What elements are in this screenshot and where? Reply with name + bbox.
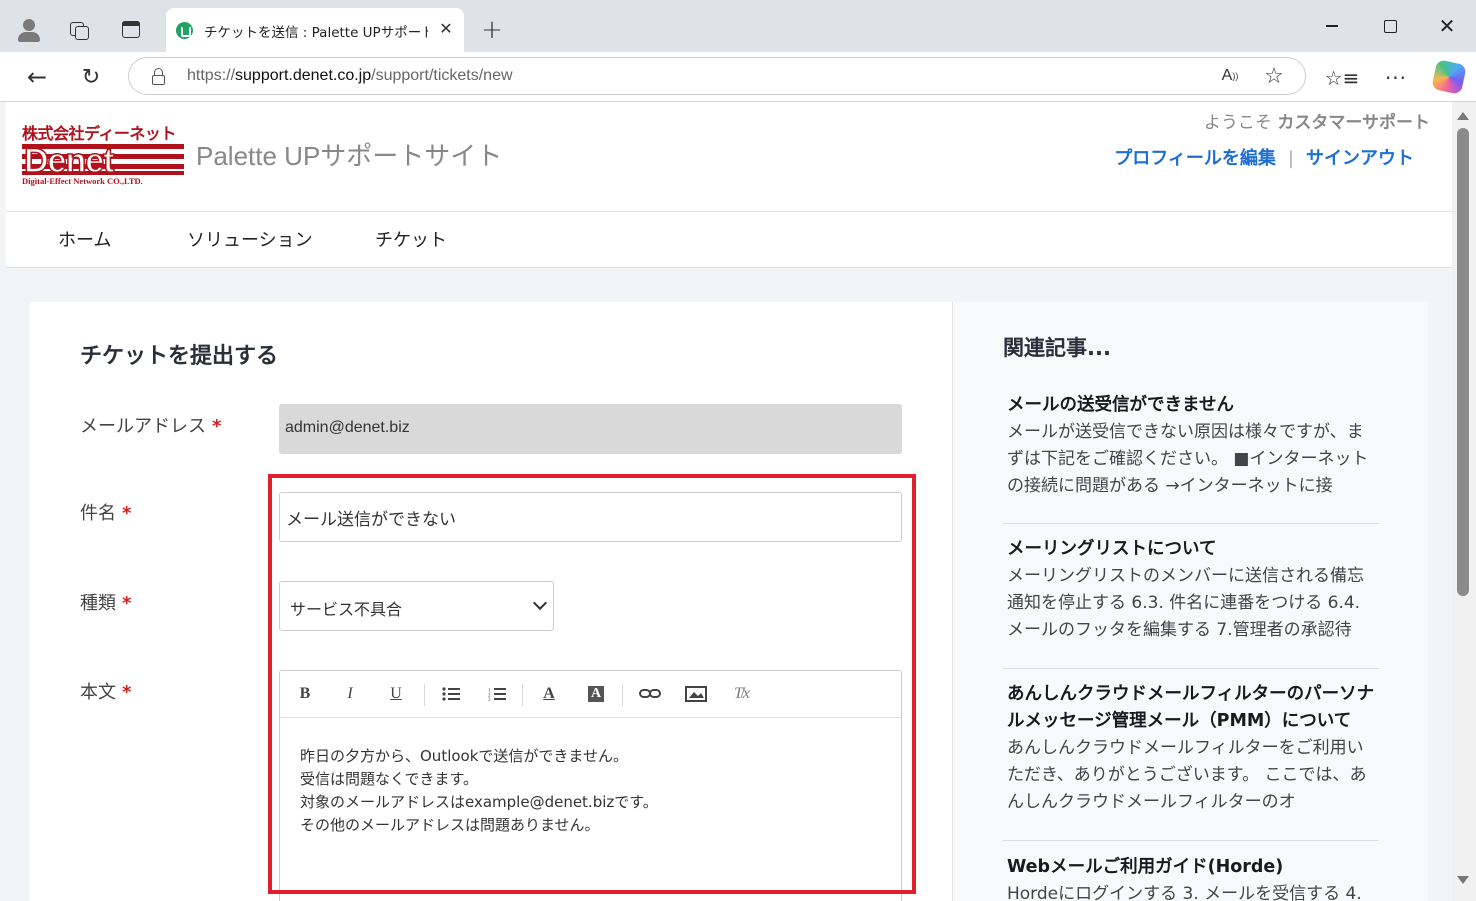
email-label: メールアドレス * — [80, 416, 222, 437]
rich-text-editor[interactable]: B I U 123 A A T̸x 昨日の夕方から、Outlookで送信ができま… — [279, 670, 902, 901]
email-field: admin@denet.biz — [279, 404, 902, 454]
required-mark: * — [122, 593, 132, 614]
type-select[interactable]: サービス不具合 — [279, 581, 554, 631]
required-mark: * — [122, 682, 132, 703]
bold-icon[interactable]: B — [293, 683, 317, 705]
logo-company-name: 株式会社ディーネット — [22, 124, 176, 143]
font-color-icon[interactable]: A — [537, 683, 561, 705]
site-header: 株式会社ディーネット Denet Digital-Effect Network … — [6, 102, 1452, 212]
user-links: プロフィールを編集 | サインアウト — [1114, 144, 1414, 170]
sign-out-link[interactable]: サインアウト — [1306, 148, 1414, 169]
logo-english-name: Digital-Effect Network CO.,LTD. — [22, 176, 143, 186]
plus-icon[interactable]: + — [478, 15, 506, 45]
body-line: 受信は問題なくできます。 — [300, 770, 479, 788]
article-title[interactable]: メールの送受信ができません — [1007, 392, 1379, 419]
favorites-icon[interactable]: ☆≡ — [1325, 64, 1360, 92]
editor-toolbar: B I U 123 A A T̸x — [280, 671, 901, 718]
editor-body-text[interactable]: 昨日の夕方から、Outlookで送信ができません。 受信は問題なくできます。 対… — [300, 745, 658, 837]
article-divider — [1003, 840, 1379, 841]
edit-profile-link[interactable]: プロフィールを編集 — [1114, 148, 1276, 169]
form-title: チケットを提出する — [80, 344, 279, 369]
article-title[interactable]: Webメールご利用ガイド(Horde) — [1007, 854, 1379, 881]
article-item[interactable]: あんしんクラウドメールフィルターのパーソナルメッセージ管理メール（PMM）につい… — [1007, 681, 1379, 816]
toolbar-divider — [622, 684, 623, 706]
chevron-down-icon — [532, 595, 548, 611]
related-articles-sidebar: 関連記事... メールの送受信ができません メールが送受信できない原因は様々です… — [952, 302, 1428, 901]
type-selected-value: サービス不具合 — [290, 600, 403, 619]
main-nav: ホーム ソリューション チケット — [6, 212, 1452, 268]
numbered-list-icon[interactable]: 123 — [485, 683, 509, 705]
article-item[interactable]: メールの送受信ができません メールが送受信できない原因は様々ですが、まずは下記を… — [1007, 392, 1379, 500]
close-icon[interactable]: ✕ — [436, 18, 456, 38]
url-text[interactable]: https://support.denet.co.jp/support/tick… — [187, 67, 513, 85]
article-snippet: メールが送受信できない原因は様々ですが、まずは下記をご確認ください。 ■インター… — [1007, 422, 1369, 496]
italic-icon[interactable]: I — [338, 683, 362, 705]
article-divider — [1003, 523, 1379, 524]
more-icon[interactable]: ··· — [1382, 64, 1410, 92]
image-icon[interactable] — [684, 683, 708, 705]
clear-format-icon[interactable]: T̸x — [730, 683, 754, 705]
article-item[interactable]: メーリングリストについて メーリングリストのメンバーに送信される備忘通知を停止す… — [1007, 536, 1379, 644]
body-line: 対象のメールアドレスはexample@denet.bizです。 — [300, 793, 658, 811]
toolbar-divider — [522, 684, 523, 706]
vertical-tabs-icon[interactable] — [118, 17, 144, 43]
article-title[interactable]: メーリングリストについて — [1007, 536, 1379, 563]
svg-text:Denet: Denet — [24, 142, 114, 176]
body-line: 昨日の夕方から、Outlookで送信ができません。 — [300, 747, 628, 765]
tab-actions-icon[interactable] — [66, 17, 92, 43]
welcome-text: ようこそ カスタマーサポート — [1203, 113, 1430, 133]
scrollbar-thumb[interactable] — [1457, 128, 1469, 596]
body-label: 本文 * — [80, 682, 132, 703]
minimize-icon[interactable] — [1318, 14, 1346, 38]
maximize-icon[interactable] — [1376, 14, 1404, 38]
site-favicon-icon — [176, 22, 193, 39]
article-snippet: メーリングリストのメンバーに送信される備忘通知を停止する 6.3. 件名に連番を… — [1007, 566, 1364, 640]
required-mark: * — [212, 416, 222, 437]
scroll-up-icon[interactable] — [1457, 112, 1469, 120]
page-content: 株式会社ディーネット Denet Digital-Effect Network … — [0, 102, 1476, 901]
related-articles-title: 関連記事... — [1003, 336, 1111, 360]
toolbar-divider — [424, 684, 425, 706]
article-divider — [1003, 668, 1379, 669]
tab-title: チケットを送信 : Palette UPサポートサイト — [204, 25, 428, 41]
link-icon[interactable] — [638, 683, 662, 705]
bulleted-list-icon[interactable] — [439, 683, 463, 705]
back-icon[interactable]: ← — [22, 62, 52, 92]
browser-tab-bar: チケットを送信 : Palette UPサポートサイト ✕ + ✕ — [0, 0, 1476, 52]
link-separator: | — [1287, 148, 1294, 169]
address-bar[interactable]: https://support.denet.co.jp/support/tick… — [128, 57, 1306, 95]
background-color-icon[interactable]: A — [584, 683, 608, 705]
star-icon[interactable]: ☆ — [1261, 63, 1287, 89]
profile-icon[interactable] — [14, 15, 44, 45]
required-mark: * — [122, 503, 132, 524]
denet-logo[interactable]: 株式会社ディーネット Denet Digital-Effect Network … — [22, 120, 184, 186]
article-snippet: Hordeにログインする 3. メールを受信する 4. メ — [1007, 884, 1362, 901]
user-name: カスタマーサポート — [1277, 113, 1430, 133]
nav-home[interactable]: ホーム — [58, 226, 111, 252]
window-close-icon[interactable]: ✕ — [1433, 12, 1461, 40]
nav-solutions[interactable]: ソリューション — [187, 226, 313, 252]
subject-label: 件名 * — [80, 503, 132, 524]
article-item[interactable]: Webメールご利用ガイド(Horde) Hordeにログインする 3. メールを… — [1007, 854, 1379, 901]
browser-tab[interactable]: チケットを送信 : Palette UPサポートサイト ✕ — [166, 8, 464, 52]
article-title[interactable]: あんしんクラウドメールフィルターのパーソナルメッセージ管理メール（PMM）につい… — [1007, 681, 1379, 735]
denet-logo-mark: Denet — [22, 142, 184, 176]
site-title: Palette UPサポートサイト — [196, 141, 503, 171]
browser-toolbar: ← ↻ https://support.denet.co.jp/support/… — [0, 52, 1476, 102]
reload-icon[interactable]: ↻ — [76, 62, 106, 92]
svg-text:3: 3 — [488, 698, 491, 701]
lock-icon[interactable] — [151, 68, 165, 85]
scroll-down-icon[interactable] — [1457, 876, 1469, 884]
article-snippet: あんしんクラウドメールフィルターをご利用いただき、ありがとうございます。 ここで… — [1007, 738, 1367, 812]
page-scrollbar[interactable] — [1452, 102, 1476, 901]
body-line: その他のメールアドレスは問題ありません。 — [300, 816, 600, 834]
underline-icon[interactable]: U — [384, 683, 408, 705]
subject-input[interactable] — [279, 492, 902, 542]
ticket-form-card: チケットを提出する メールアドレス* admin@denet.biz 件名* 種… — [30, 302, 952, 901]
type-label: 種類 * — [80, 593, 132, 614]
read-aloud-icon[interactable]: A)) — [1217, 64, 1243, 88]
nav-tickets[interactable]: チケット — [375, 226, 447, 252]
